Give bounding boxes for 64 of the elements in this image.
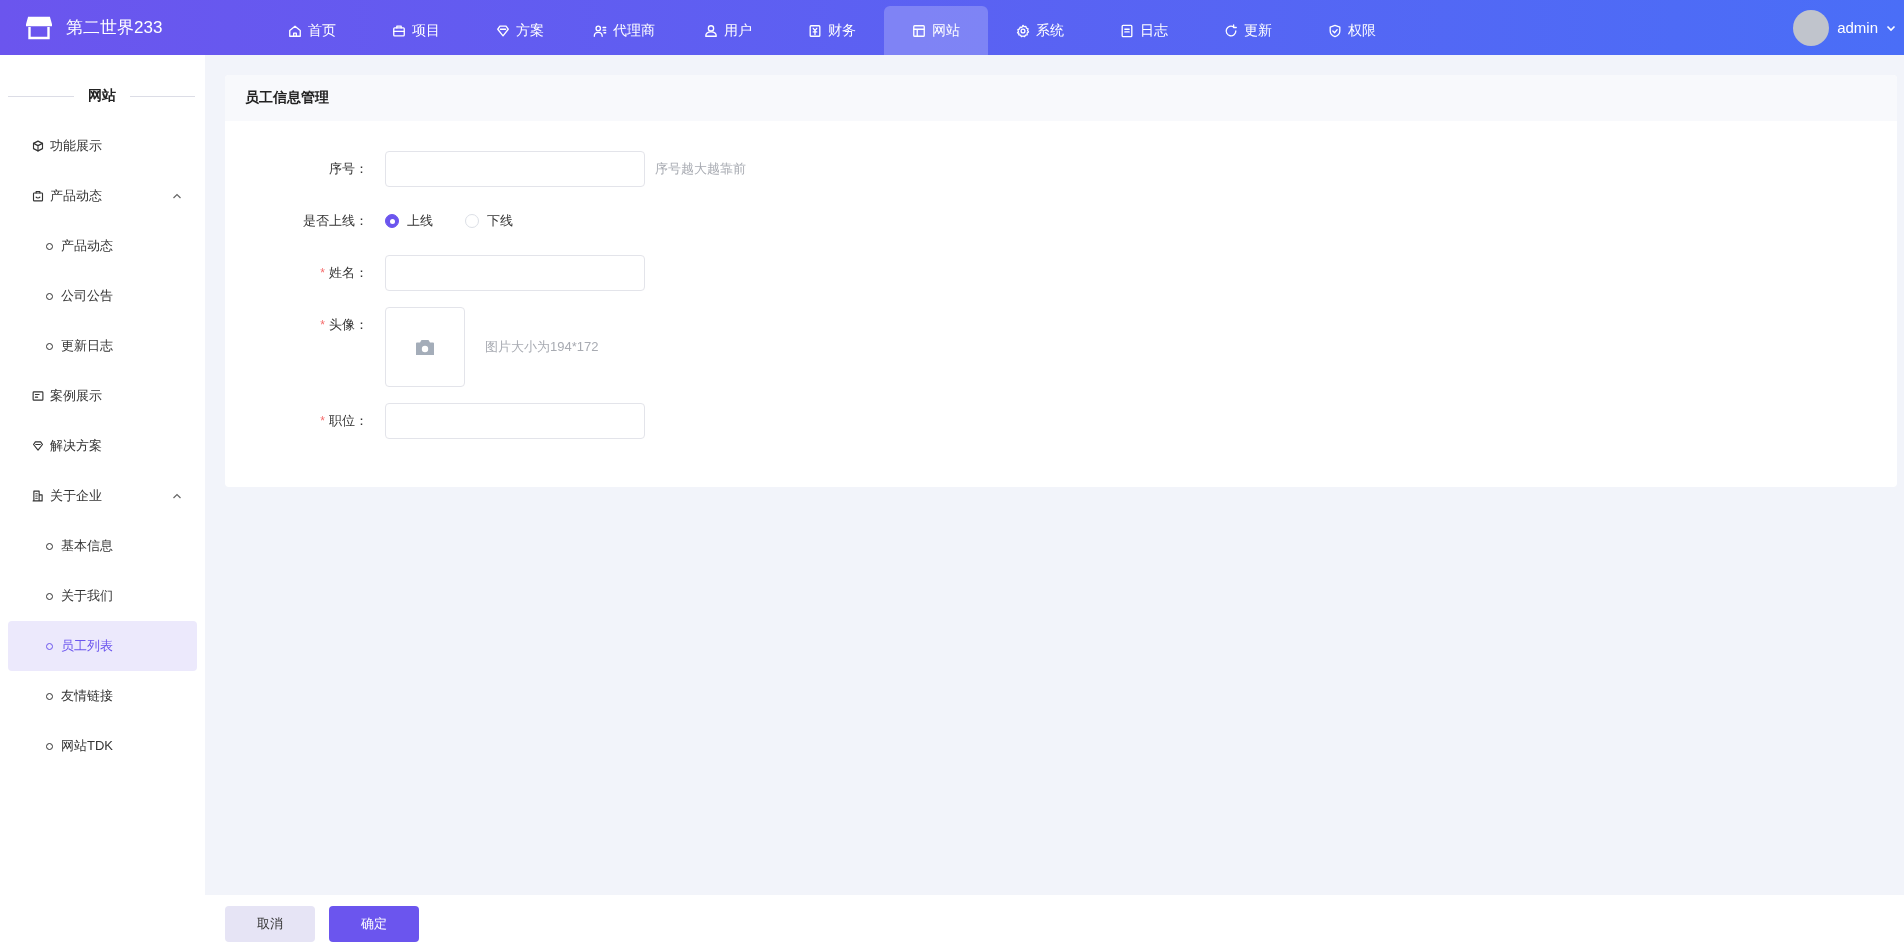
confirm-button[interactable]: 确定	[329, 905, 419, 942]
cancel-button[interactable]: 取消	[225, 905, 315, 942]
sidebar-subitem[interactable]: 基本信息	[8, 521, 197, 571]
nav-tab[interactable]: 权限	[1300, 6, 1404, 55]
layout-icon	[912, 23, 926, 38]
diamond-icon	[496, 23, 510, 38]
required-mark: *	[320, 318, 325, 332]
nav-tab[interactable]: 首页	[260, 6, 364, 55]
user-name[interactable]: admin	[1837, 19, 1878, 36]
field-label: 职位：	[329, 412, 368, 430]
sidebar-item[interactable]: 关于企业	[8, 471, 161, 521]
nav-tab[interactable]: 财务	[780, 6, 884, 55]
required-mark: *	[320, 414, 325, 428]
building-icon	[32, 490, 44, 502]
nav-tab[interactable]: 代理商	[572, 6, 676, 55]
radio-option[interactable]: 上线	[385, 212, 433, 230]
sidebar-item[interactable]: 产品动态	[8, 171, 161, 221]
required-mark: *	[320, 266, 325, 280]
sidebar-subitem[interactable]: 公司公告	[8, 271, 197, 321]
nav-tab[interactable]: 更新	[1196, 6, 1300, 55]
sidebar-title: 网站	[87, 87, 116, 105]
diamond-icon	[32, 440, 44, 452]
briefcase-icon	[392, 23, 406, 38]
field-label: 是否上线：	[303, 212, 368, 230]
store-icon	[26, 15, 52, 40]
text-field[interactable]	[385, 255, 645, 291]
card-icon	[32, 390, 44, 402]
sidebar-item[interactable]: 功能展示	[8, 121, 161, 171]
sidebar-subitem[interactable]: 关于我们	[8, 571, 197, 621]
settings-icon	[1016, 23, 1030, 38]
sidebar-item[interactable]: 案例展示	[8, 371, 161, 421]
sidebar-subitem[interactable]: 友情链接	[8, 671, 197, 721]
nav-tab[interactable]: 项目	[364, 6, 468, 55]
document-icon	[1120, 23, 1134, 38]
cube-icon	[32, 140, 44, 152]
card-title: 员工信息管理	[245, 89, 329, 107]
shield-icon	[1328, 23, 1342, 38]
home-icon	[288, 23, 302, 38]
refresh-icon	[1224, 23, 1238, 38]
field-hint: 序号越大越靠前	[655, 160, 746, 178]
field-label: 序号：	[329, 160, 368, 178]
sidebar-item[interactable]: 解决方案	[8, 421, 161, 471]
text-field[interactable]	[385, 151, 645, 187]
field-hint: 图片大小为194*172	[485, 338, 599, 356]
avatar[interactable]	[1793, 9, 1830, 46]
camera-icon	[415, 338, 435, 356]
field-label: 姓名：	[329, 264, 368, 282]
sidebar-subitem[interactable]: 员工列表	[8, 621, 197, 671]
brand-name: 第二世界233	[66, 17, 163, 39]
nav-tab[interactable]: 日志	[1092, 6, 1196, 55]
image-upload[interactable]	[385, 307, 465, 387]
nav-tab[interactable]: 用户	[676, 6, 780, 55]
sidebar-subitem[interactable]: 产品动态	[8, 221, 197, 271]
sidebar-subitem[interactable]: 更新日志	[8, 321, 197, 371]
users-icon	[704, 23, 718, 38]
radio-option[interactable]: 下线	[465, 212, 513, 230]
currency-icon	[808, 23, 822, 38]
user-card-icon	[593, 23, 607, 38]
field-label: 头像：	[329, 316, 368, 334]
nav-tab[interactable]: 系统	[988, 6, 1092, 55]
nav-tab[interactable]: 方案	[468, 6, 572, 55]
sidebar-subitem[interactable]: 网站TDK	[8, 721, 197, 771]
text-field[interactable]	[385, 403, 645, 439]
bag-icon	[32, 190, 44, 202]
